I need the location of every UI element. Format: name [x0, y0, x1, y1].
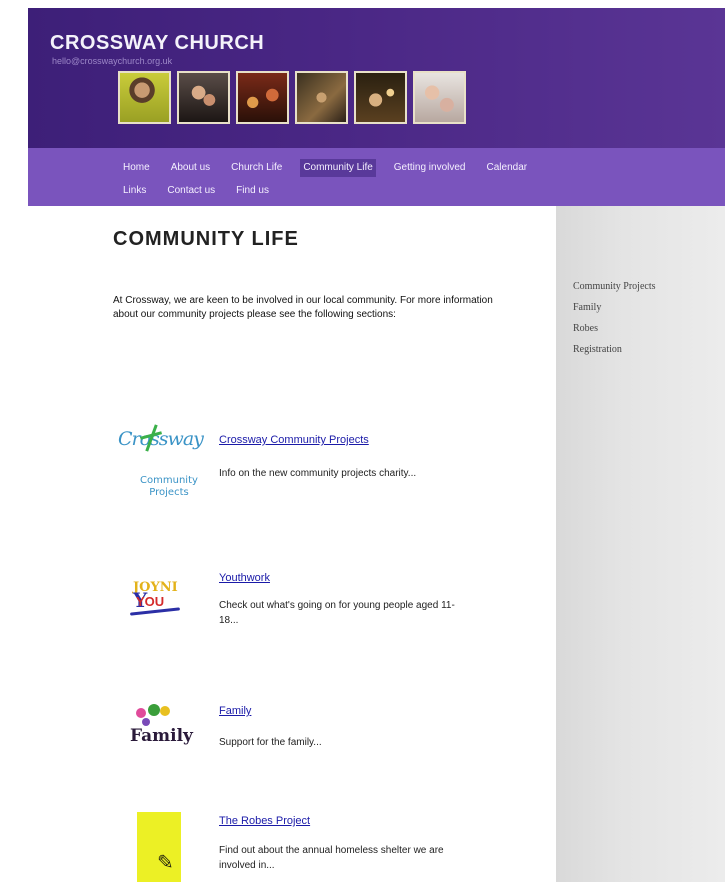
photo-6: [413, 71, 466, 124]
robes-project-logo[interactable]: ✎: [110, 812, 210, 882]
desc-crossway-community-projects: Info on the new community projects chari…: [219, 468, 417, 479]
nav-getting-involved[interactable]: Getting involved: [391, 159, 469, 177]
photo-5: [354, 71, 407, 124]
robes-logo-background: ✎: [137, 812, 181, 882]
desc-youthwork: Check out what's going on for young peop…: [219, 600, 455, 626]
family-figure-green-icon: [148, 704, 160, 716]
intro-text: At Crossway, we are keen to be involved …: [113, 295, 493, 320]
page-title: COMMUNITY LIFE: [113, 228, 299, 250]
desc-robes-project: Find out about the annual homeless shelt…: [219, 845, 444, 871]
robes-figure-icon: ✎: [157, 852, 174, 874]
crossway-logo-subtitle: Community Projects: [140, 475, 198, 498]
page: CROSSWAY CHURCH hello@crosswaychurch.org…: [0, 0, 725, 882]
nav-find-us[interactable]: Find us: [233, 182, 272, 200]
sidebar-link-community-projects[interactable]: Community Projects: [573, 281, 656, 292]
youthwork-logo[interactable]: JOYNI Y YOU: [110, 580, 210, 625]
desc-family: Support for the family...: [219, 737, 322, 748]
nav-community-life[interactable]: Community Life: [300, 159, 376, 177]
site-email[interactable]: hello@crosswaychurch.org.uk: [52, 56, 172, 66]
nav-about-us[interactable]: About us: [168, 159, 213, 177]
nav-home[interactable]: Home: [120, 159, 153, 177]
photo-strip: [118, 71, 466, 124]
left-gutter: [0, 0, 28, 882]
photo-4: [295, 71, 348, 124]
nav-row-2: Links Contact us Find us: [120, 182, 287, 200]
photo-3: [236, 71, 289, 124]
nav-church-life[interactable]: Church Life: [228, 159, 285, 177]
sidebar: Community Projects Family Robes Registra…: [556, 206, 725, 882]
family-logo[interactable]: Family: [110, 700, 210, 760]
link-family[interactable]: Family: [219, 705, 251, 717]
main-nav: Home About us Church Life Community Life…: [28, 148, 725, 206]
sidebar-link-robes[interactable]: Robes: [573, 323, 598, 334]
nav-links[interactable]: Links: [120, 182, 149, 200]
youthwork-logo-red: YOU: [136, 594, 165, 609]
nav-calendar[interactable]: Calendar: [484, 159, 531, 177]
sidebar-link-registration[interactable]: Registration: [573, 344, 622, 355]
photo-1: [118, 71, 171, 124]
family-figure-purple-icon: [142, 718, 150, 726]
family-logo-text: Family: [130, 726, 193, 746]
site-header: CROSSWAY CHURCH hello@crosswaychurch.org…: [28, 8, 725, 148]
nav-contact-us[interactable]: Contact us: [164, 182, 218, 200]
link-crossway-community-projects[interactable]: Crossway Community Projects: [219, 434, 369, 446]
sidebar-link-family[interactable]: Family: [573, 302, 601, 313]
link-youthwork[interactable]: Youthwork: [219, 572, 270, 584]
link-robes-project[interactable]: The Robes Project: [219, 815, 310, 827]
family-figure-pink-icon: [136, 708, 146, 718]
family-figure-yellow-icon: [160, 706, 170, 716]
site-title[interactable]: CROSSWAY CHURCH: [50, 32, 264, 55]
photo-2: [177, 71, 230, 124]
nav-row-1: Home About us Church Life Community Life…: [120, 159, 545, 177]
crossway-community-projects-logo[interactable]: Crossway Community Projects: [110, 424, 210, 518]
